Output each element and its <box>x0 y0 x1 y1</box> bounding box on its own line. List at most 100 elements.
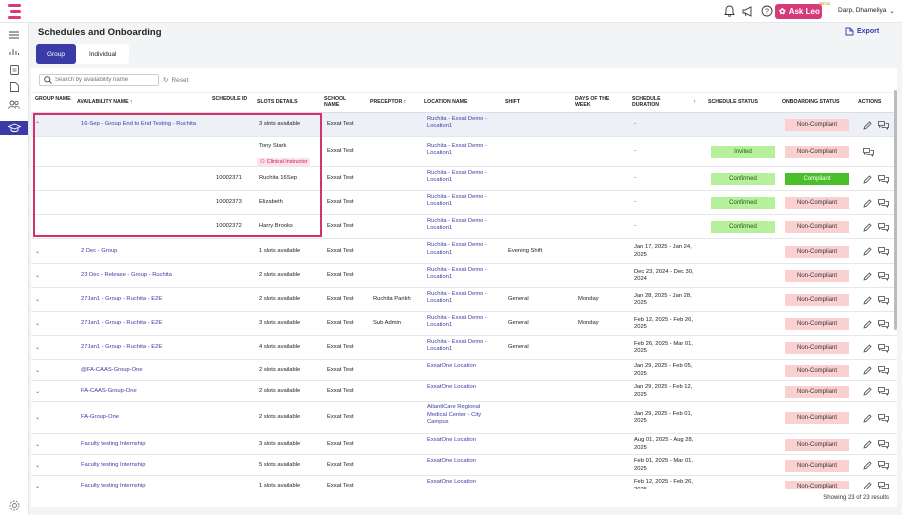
availability-name[interactable]: 16-Sep - Group End to End Testing - Ruch… <box>81 121 206 129</box>
chat-icon[interactable] <box>878 174 889 186</box>
edit-icon[interactable] <box>863 482 872 489</box>
location-name[interactable]: ExxatOne Location <box>427 437 499 445</box>
chevron-icon[interactable]: ⌄ <box>35 367 40 374</box>
edit-icon[interactable] <box>863 387 872 398</box>
availability-name[interactable]: 27Jan1 - Group - Ruchita - E2E <box>81 344 206 352</box>
export-button[interactable]: Export <box>845 27 879 36</box>
edit-icon[interactable] <box>863 295 872 307</box>
location-name[interactable]: ExxatOne Location <box>427 458 499 466</box>
availability-name[interactable]: @FA-CAAS-Group-One <box>81 367 206 375</box>
edit-icon[interactable] <box>863 366 872 377</box>
col-schedule-status[interactable]: SCHEDULE STATUS <box>708 99 758 105</box>
availability-name[interactable]: 27Jan1 - Group - Ruchita - E2E <box>81 320 206 328</box>
col-shift[interactable]: SHIFT <box>505 99 520 105</box>
location-name[interactable]: Ruchita - Exxat Demo - Location1 <box>427 218 499 233</box>
settings-icon[interactable] <box>9 500 20 513</box>
file-icon[interactable] <box>6 80 22 93</box>
availability-name[interactable]: Faculty testing Internship <box>81 441 206 449</box>
graduation-cap-icon[interactable] <box>0 121 28 135</box>
chat-icon[interactable] <box>878 440 889 451</box>
edit-icon[interactable] <box>863 222 872 234</box>
col-slots-details[interactable]: SLOTS DETAILS <box>257 99 298 105</box>
chevron-icon[interactable]: ⌄ <box>35 388 40 395</box>
chevron-icon[interactable]: ⌄ <box>35 441 40 448</box>
chevron-icon[interactable]: ⌃ <box>35 121 40 128</box>
tab-group[interactable]: Group <box>36 44 76 64</box>
edit-icon[interactable] <box>863 413 872 425</box>
chat-icon[interactable] <box>878 198 889 210</box>
edit-icon[interactable] <box>863 343 872 355</box>
col-schedule-id[interactable]: SCHEDULE ID <box>212 96 248 102</box>
location-name[interactable]: ExxatOne Location <box>427 384 499 392</box>
chat-icon[interactable] <box>878 319 889 331</box>
edit-icon[interactable] <box>863 120 872 132</box>
search-box[interactable] <box>39 74 159 86</box>
chat-icon[interactable] <box>878 247 889 258</box>
chevron-icon[interactable]: ⌄ <box>35 414 40 421</box>
edit-icon[interactable] <box>863 319 872 331</box>
tab-individual[interactable]: Individual <box>76 44 129 64</box>
chat-icon[interactable] <box>878 271 889 283</box>
chevron-icon[interactable]: ⌄ <box>35 462 40 469</box>
col-schedule-duration[interactable]: SCHEDULE DURATION <box>632 96 680 108</box>
chevron-icon[interactable]: ⌄ <box>35 248 40 255</box>
document-icon[interactable] <box>6 63 22 76</box>
availability-name[interactable]: 2 Dec - Group <box>81 248 206 256</box>
location-name[interactable]: Ruchita - Exxat Demo - Location1 <box>427 339 499 354</box>
location-name[interactable]: AtlantiCare Regional Medical Center - Ci… <box>427 404 499 427</box>
chat-icon[interactable] <box>878 366 889 377</box>
menu-icon[interactable] <box>6 28 22 41</box>
exxat-logo[interactable] <box>8 4 21 19</box>
ask-leo-button[interactable]: ✿ Ask Leo BETA <box>775 1 830 19</box>
chevron-icon[interactable]: ⌄ <box>35 344 40 351</box>
help-icon[interactable]: ? <box>760 4 774 18</box>
location-name[interactable]: Ruchita - Exxat Demo - Location1 <box>427 315 499 330</box>
sort-arrow-icon[interactable]: ↑ <box>693 99 696 105</box>
scrollbar[interactable] <box>894 90 897 330</box>
megaphone-icon[interactable] <box>741 4 755 18</box>
location-name[interactable]: Ruchita - Exxat Demo - Location1 <box>427 267 499 282</box>
edit-icon[interactable] <box>863 271 872 283</box>
col-onboarding-status[interactable]: ONBOARDING STATUS <box>782 99 839 105</box>
col-group-name[interactable]: GROUP NAME <box>35 96 75 102</box>
reset-button[interactable]: ↻ Reset <box>163 76 188 85</box>
location-name[interactable]: Ruchita - Exxat Demo - Location1 <box>427 170 499 185</box>
edit-icon[interactable] <box>863 174 872 186</box>
col-preceptor[interactable]: PRECEPTOR ↑ <box>370 99 406 105</box>
chat-icon[interactable] <box>863 147 874 159</box>
chat-icon[interactable] <box>878 343 889 355</box>
location-name[interactable]: Ruchita - Exxat Demo - Location1 <box>427 242 499 257</box>
location-name[interactable]: Ruchita - Exxat Demo - Location1 <box>427 291 499 306</box>
col-availability-name[interactable]: AVAILABILITY NAME ↑ <box>77 99 133 105</box>
chevron-icon[interactable]: ⌄ <box>35 320 40 327</box>
chevron-icon[interactable]: ⌄ <box>35 272 40 279</box>
chat-icon[interactable] <box>878 120 889 132</box>
col-location-name[interactable]: LOCATION NAME <box>424 99 467 105</box>
availability-name[interactable]: 23 Dec - Release - Group - Ruchita <box>81 272 206 280</box>
availability-name[interactable]: FA-Group-One <box>81 414 206 422</box>
edit-icon[interactable] <box>863 198 872 210</box>
availability-name[interactable]: 27Jan1 - Group - Ruchita - E2E <box>81 296 206 304</box>
users-icon[interactable] <box>6 98 22 111</box>
chat-icon[interactable] <box>878 222 889 234</box>
edit-icon[interactable] <box>863 440 872 451</box>
chat-icon[interactable] <box>878 482 889 489</box>
availability-name[interactable]: Faculty testing Internship <box>81 483 206 489</box>
edit-icon[interactable] <box>863 461 872 472</box>
location-name[interactable]: Ruchita - Exxat Demo - Location1 <box>427 143 499 158</box>
location-name[interactable]: ExxatOne Location <box>427 363 499 371</box>
chat-icon[interactable] <box>878 387 889 398</box>
analytics-icon[interactable] <box>6 45 22 58</box>
location-name[interactable]: Ruchita - Exxat Demo - Location1 <box>427 194 499 209</box>
location-name[interactable]: Ruchita - Exxat Demo - Location1 <box>427 116 499 131</box>
user-menu[interactable]: Darp, Dhameliya ⌄ <box>838 7 895 15</box>
col-school-name[interactable]: SCHOOL NAME <box>324 96 354 108</box>
chevron-icon[interactable]: ⌄ <box>35 483 40 489</box>
location-name[interactable]: ExxatOne Location <box>427 479 499 487</box>
search-input[interactable] <box>55 77 155 83</box>
chat-icon[interactable] <box>878 413 889 425</box>
availability-name[interactable]: Faculty testing Internship <box>81 462 206 470</box>
availability-name[interactable]: FA-CAAS-Group-One <box>81 388 206 396</box>
chevron-icon[interactable]: ⌄ <box>35 296 40 303</box>
edit-icon[interactable] <box>863 247 872 258</box>
